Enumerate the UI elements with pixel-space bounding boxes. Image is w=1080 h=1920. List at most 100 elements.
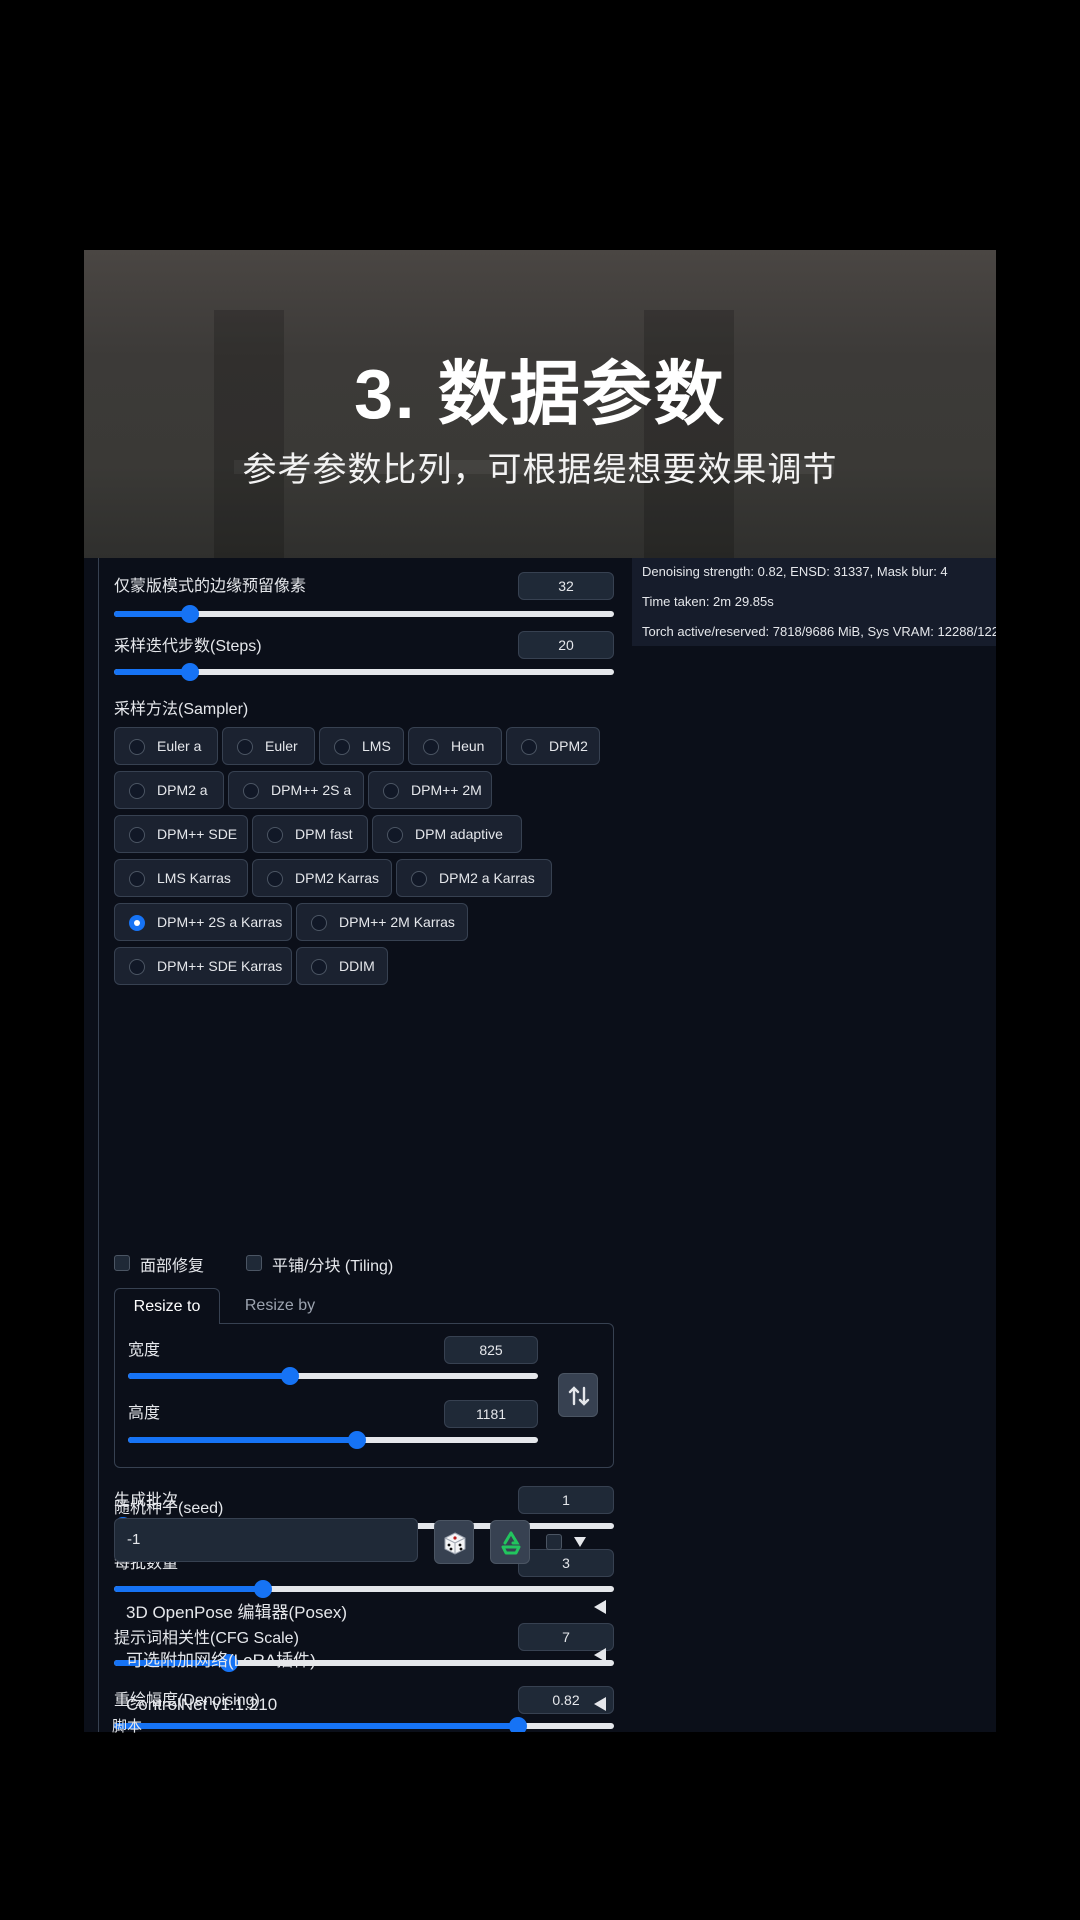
sampler-option[interactable]: LMS Karras — [114, 859, 248, 897]
sampler-option-label: DPM adaptive — [415, 826, 503, 842]
sampler-option-label: DPM++ 2S a — [271, 782, 352, 798]
batch-count-slider[interactable] — [114, 1516, 614, 1536]
sampler-option-label: LMS — [362, 738, 391, 754]
sampler-option-label: DPM++ SDE Karras — [157, 958, 283, 974]
sampler-option-label: LMS Karras — [157, 870, 231, 886]
slider-thumb[interactable] — [509, 1717, 527, 1732]
face-restore-checkbox[interactable] — [114, 1255, 130, 1271]
radio-indicator[interactable] — [129, 871, 145, 887]
radio-indicator[interactable] — [521, 739, 537, 755]
sampler-option-label: DPM2 Karras — [295, 870, 380, 886]
sampler-label: 采样方法(Sampler) — [114, 701, 249, 718]
height-label: 高度 — [128, 1405, 161, 1422]
slider-thumb[interactable] — [220, 1654, 238, 1672]
height-slider[interactable] — [128, 1430, 538, 1450]
cfg-scale-input[interactable]: 7 — [518, 1623, 614, 1651]
sampler-option[interactable]: DPM++ 2S a Karras — [114, 903, 292, 941]
sampler-option-label: DPM fast — [295, 826, 353, 842]
steps-slider[interactable] — [114, 662, 614, 682]
radio-indicator[interactable] — [129, 783, 145, 799]
radio-indicator[interactable] — [311, 915, 327, 931]
sampler-option[interactable]: DPM2 — [506, 727, 600, 765]
sampler-option[interactable]: DPM fast — [252, 815, 368, 853]
radio-indicator[interactable] — [243, 783, 259, 799]
batch-size-slider[interactable] — [114, 1579, 614, 1599]
sampler-option[interactable]: Euler — [222, 727, 315, 765]
radio-indicator[interactable] — [129, 827, 145, 843]
slider-thumb[interactable] — [181, 663, 199, 681]
slider-thumb[interactable] — [281, 1367, 299, 1385]
tiling-checkbox[interactable] — [246, 1255, 262, 1271]
batch-size-input[interactable]: 3 — [518, 1549, 614, 1577]
radio-indicator[interactable] — [387, 827, 403, 843]
slider-thumb[interactable] — [348, 1431, 366, 1449]
cfg-scale-slider[interactable] — [114, 1653, 614, 1673]
sampler-option-label: Euler — [265, 738, 298, 754]
info-line: Time taken: 2m 29.85s — [642, 594, 774, 609]
info-line: Denoising strength: 0.82, ENSD: 31337, M… — [642, 564, 948, 579]
sampler-option[interactable]: Heun — [408, 727, 502, 765]
radio-indicator[interactable] — [129, 739, 145, 755]
sampler-option[interactable]: DPM++ 2M — [368, 771, 492, 809]
denoising-label: 重绘幅度(Denoising) — [114, 1692, 260, 1709]
radio-indicator[interactable] — [334, 739, 350, 755]
radio-indicator[interactable] — [129, 959, 145, 975]
sampler-option[interactable]: DPM++ 2M Karras — [296, 903, 468, 941]
denoising-slider[interactable] — [114, 1716, 614, 1732]
sampler-option-label: DDIM — [339, 958, 375, 974]
batch-count-input[interactable]: 1 — [518, 1486, 614, 1514]
tab-resize-by[interactable]: Resize by — [230, 1288, 330, 1324]
sampler-option-label: Heun — [451, 738, 485, 754]
info-line: Torch active/reserved: 7818/9686 MiB, Sy… — [642, 624, 996, 639]
tab-resize-to[interactable]: Resize to — [114, 1288, 220, 1324]
sampler-option[interactable]: LMS — [319, 727, 404, 765]
mask-padding-slider[interactable] — [114, 604, 614, 624]
steps-label: 采样迭代步数(Steps) — [114, 638, 262, 655]
radio-indicator[interactable] — [411, 871, 427, 887]
banner-subtitle: 参考参数比列，可根据缇想要效果调节 — [242, 451, 838, 489]
radio-indicator[interactable] — [423, 739, 439, 755]
sampler-option-label: DPM++ SDE — [157, 826, 238, 842]
mask-padding-input[interactable]: 32 — [518, 572, 614, 600]
generation-info: Denoising strength: 0.82, ENSD: 31337, M… — [632, 558, 996, 646]
height-input[interactable]: 1181 — [444, 1400, 538, 1428]
sampler-option[interactable]: DPM++ SDE — [114, 815, 248, 853]
sampler-option[interactable]: DDIM — [296, 947, 388, 985]
sampler-option-label: DPM2 a — [157, 782, 208, 798]
sampler-option[interactable]: Euler a — [114, 727, 218, 765]
sampler-option-label: DPM++ 2M Karras — [339, 914, 455, 930]
width-input[interactable]: 825 — [444, 1336, 538, 1364]
title-banner: 3. 数据参数 参考参数比列，可根据缇想要效果调节 — [84, 250, 996, 558]
sampler-option[interactable]: DPM adaptive — [372, 815, 522, 853]
webui-panel: 3. 数据参数 参考参数比列，可根据缇想要效果调节 Denoising stre… — [84, 250, 996, 1732]
swap-dimensions-button[interactable] — [558, 1373, 598, 1417]
sampler-option-label: DPM2 a Karras — [439, 870, 535, 886]
batch-count-label: 生成批次 — [114, 1492, 179, 1509]
steps-input[interactable]: 20 — [518, 631, 614, 659]
sampler-option[interactable]: DPM++ 2S a — [228, 771, 364, 809]
sampler-option-label: DPM++ 2S a Karras — [157, 914, 283, 930]
banner-title: 3. 数据参数 — [354, 355, 726, 433]
radio-indicator[interactable] — [267, 827, 283, 843]
sampler-option[interactable]: DPM2 Karras — [252, 859, 392, 897]
radio-indicator[interactable] — [383, 783, 399, 799]
sampler-option[interactable]: DPM2 a Karras — [396, 859, 552, 897]
radio-indicator[interactable] — [267, 871, 283, 887]
slider-thumb[interactable] — [254, 1580, 272, 1598]
width-slider[interactable] — [128, 1366, 538, 1386]
width-label: 宽度 — [128, 1342, 161, 1359]
sampler-option-label: Euler a — [157, 738, 202, 754]
mask-padding-label: 仅蒙版模式的边缘预留像素 — [114, 578, 307, 595]
swap-arrows-icon — [568, 1386, 590, 1406]
sampler-option[interactable]: DPM2 a — [114, 771, 224, 809]
radio-indicator[interactable] — [311, 959, 327, 975]
tiling-label: 平铺/分块 (Tiling) — [272, 1258, 394, 1275]
slider-thumb[interactable] — [114, 1517, 132, 1535]
sampler-option-label: DPM++ 2M — [411, 782, 482, 798]
sampler-option-label: DPM2 — [549, 738, 588, 754]
radio-indicator[interactable] — [129, 915, 145, 931]
radio-indicator[interactable] — [237, 739, 253, 755]
slider-thumb[interactable] — [181, 605, 199, 623]
denoising-input[interactable]: 0.82 — [518, 1686, 614, 1714]
sampler-option[interactable]: DPM++ SDE Karras — [114, 947, 292, 985]
